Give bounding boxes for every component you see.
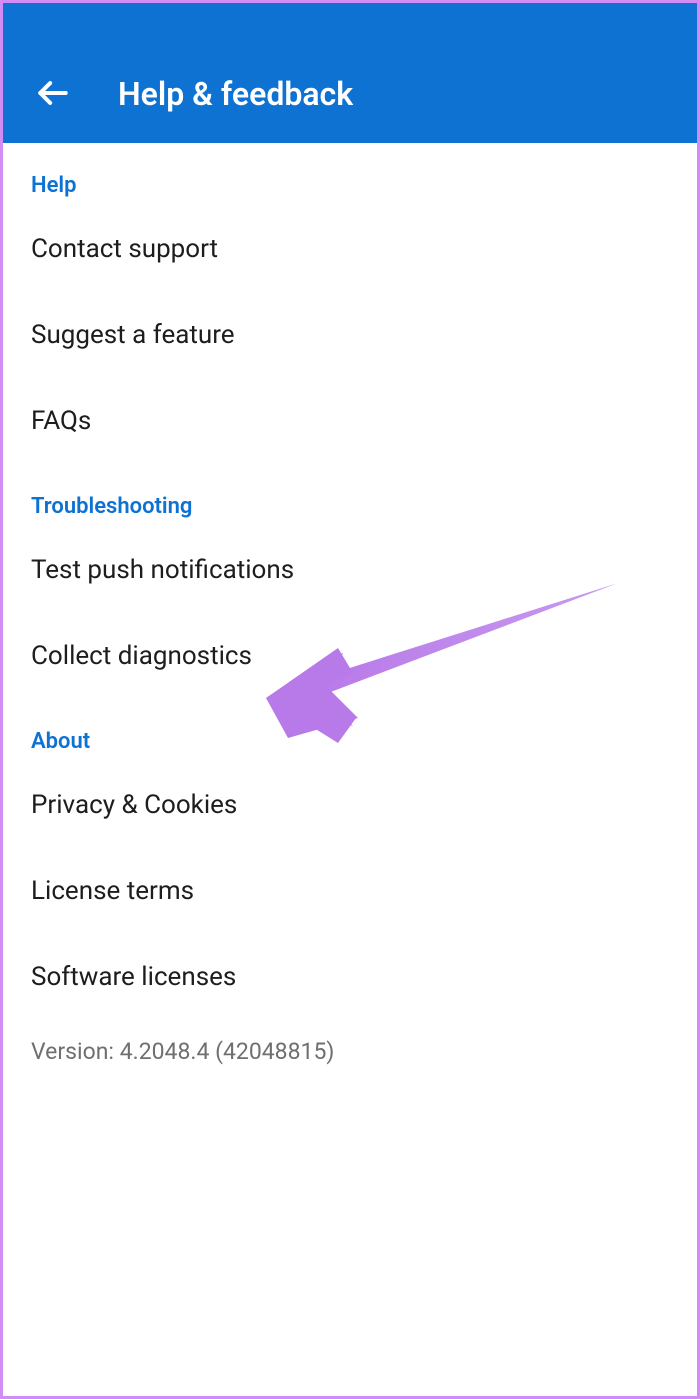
section-header-help: Help <box>31 143 697 206</box>
item-license-terms[interactable]: License terms <box>31 848 697 934</box>
content-area: Help Contact support Suggest a feature F… <box>3 143 697 1083</box>
version-text: Version: 4.2048.4 (42048815) <box>31 1020 697 1083</box>
section-header-about: About <box>31 699 697 762</box>
back-arrow-icon[interactable] <box>33 73 73 113</box>
item-collect-diagnostics[interactable]: Collect diagnostics <box>31 613 697 699</box>
item-privacy-cookies[interactable]: Privacy & Cookies <box>31 762 697 848</box>
item-faqs[interactable]: FAQs <box>31 378 697 464</box>
page-title: Help & feedback <box>118 75 353 113</box>
item-contact-support[interactable]: Contact support <box>31 206 697 292</box>
item-test-push[interactable]: Test push notifications <box>31 527 697 613</box>
item-software-licenses[interactable]: Software licenses <box>31 934 697 1020</box>
section-header-troubleshooting: Troubleshooting <box>31 464 697 527</box>
item-suggest-feature[interactable]: Suggest a feature <box>31 292 697 378</box>
app-header: Help & feedback <box>3 3 697 143</box>
